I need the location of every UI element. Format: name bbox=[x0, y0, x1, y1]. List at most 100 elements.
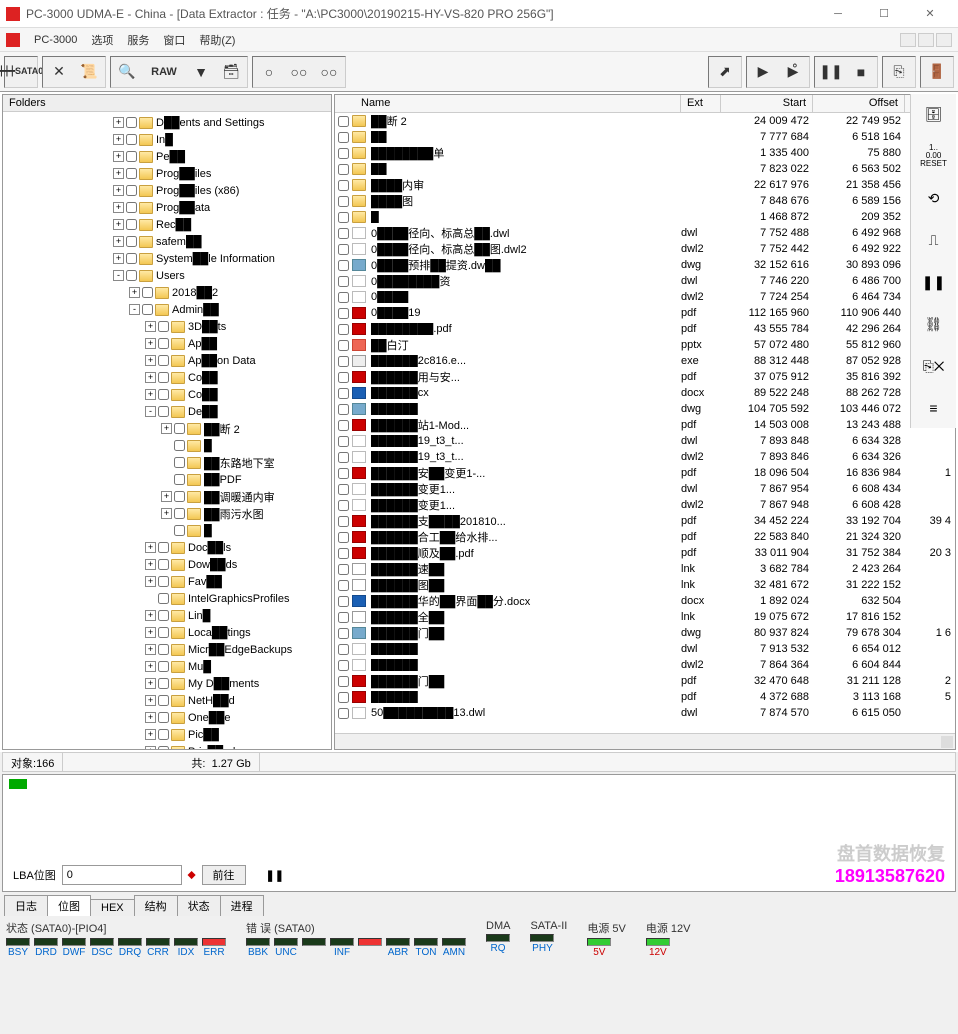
tree-item[interactable]: +██雨污水图 bbox=[5, 505, 329, 522]
tree-item[interactable]: +Pic██ bbox=[5, 726, 329, 743]
file-row[interactable]: ██████变更1...dwl27 867 9486 608 428 bbox=[335, 497, 955, 513]
minimize-button[interactable]: ─ bbox=[816, 1, 860, 27]
menu-services[interactable]: 服务 bbox=[127, 32, 149, 48]
file-checkbox[interactable] bbox=[338, 308, 349, 319]
file-checkbox[interactable] bbox=[338, 324, 349, 335]
expander-icon[interactable]: + bbox=[145, 695, 156, 706]
file-row[interactable]: ██████dwl7 913 5326 654 012 bbox=[335, 641, 955, 657]
expander-icon[interactable]: + bbox=[145, 372, 156, 383]
tree-checkbox[interactable] bbox=[158, 406, 169, 417]
file-row[interactable]: ██白汀pptx57 072 48055 812 9601 bbox=[335, 337, 955, 353]
file-row[interactable]: ██████19_t3_t...dwl7 893 8486 634 328 bbox=[335, 433, 955, 449]
file-row[interactable]: ██████19_t3_t...dwl27 893 8466 634 326 bbox=[335, 449, 955, 465]
filter-icon[interactable]: ▼ bbox=[187, 59, 215, 85]
tree-checkbox[interactable] bbox=[158, 627, 169, 638]
tree-checkbox[interactable] bbox=[126, 202, 137, 213]
tree-checkbox[interactable] bbox=[174, 491, 185, 502]
file-checkbox[interactable] bbox=[338, 628, 349, 639]
tree-item[interactable]: +Lin█ bbox=[5, 607, 329, 624]
file-checkbox[interactable] bbox=[338, 644, 349, 655]
tab-3[interactable]: 结构 bbox=[134, 895, 178, 916]
tree-checkbox[interactable] bbox=[158, 559, 169, 570]
file-checkbox[interactable] bbox=[338, 116, 349, 127]
expander-icon[interactable]: + bbox=[161, 508, 172, 519]
horizontal-scrollbar[interactable] bbox=[335, 733, 955, 749]
file-row[interactable]: ██7 777 6846 518 164 bbox=[335, 129, 955, 145]
file-row[interactable]: ██████速██lnk3 682 7842 423 264 bbox=[335, 561, 955, 577]
expander-icon[interactable]: + bbox=[113, 134, 124, 145]
expander-icon[interactable]: + bbox=[161, 491, 172, 502]
stop-icon[interactable]: ■ bbox=[847, 59, 875, 85]
file-checkbox[interactable] bbox=[338, 196, 349, 207]
expander-icon[interactable] bbox=[145, 593, 156, 604]
mdi-minimize[interactable] bbox=[900, 33, 916, 47]
tree-item[interactable]: +Rec██ bbox=[5, 216, 329, 233]
sata0-button[interactable]: ┿┿┿SATA0 bbox=[7, 59, 35, 85]
file-row[interactable]: 0████径向、标高总██.dwldwl7 752 4886 492 968 bbox=[335, 225, 955, 241]
col-offset[interactable]: Offset bbox=[813, 95, 905, 112]
files-list[interactable]: ██断 224 009 47222 749 952██7 777 6846 51… bbox=[335, 113, 955, 733]
file-checkbox[interactable] bbox=[338, 580, 349, 591]
tree-checkbox[interactable] bbox=[158, 321, 169, 332]
expander-icon[interactable]: + bbox=[145, 576, 156, 587]
batch-icon[interactable]: ⎘✕ bbox=[920, 352, 948, 380]
tree-checkbox[interactable] bbox=[126, 168, 137, 179]
oscilloscope-icon[interactable]: ⎍ bbox=[920, 226, 948, 254]
tree-checkbox[interactable] bbox=[126, 117, 137, 128]
tree-item[interactable]: █ bbox=[5, 437, 329, 454]
tree-item[interactable]: +██断 2 bbox=[5, 420, 329, 437]
tree-checkbox[interactable] bbox=[158, 338, 169, 349]
goto-button[interactable]: 前往 bbox=[202, 865, 246, 885]
tree-item[interactable]: +Co██ bbox=[5, 369, 329, 386]
lba-input[interactable] bbox=[62, 865, 182, 885]
expander-icon[interactable]: + bbox=[145, 559, 156, 570]
file-checkbox[interactable] bbox=[338, 260, 349, 271]
file-checkbox[interactable] bbox=[338, 228, 349, 239]
file-checkbox[interactable] bbox=[338, 484, 349, 495]
expander-icon[interactable]: + bbox=[113, 151, 124, 162]
expander-icon[interactable]: + bbox=[113, 117, 124, 128]
tree-item[interactable]: +Ap██on Data bbox=[5, 352, 329, 369]
expander-icon[interactable]: + bbox=[161, 423, 172, 434]
file-row[interactable]: ██████cxdocx89 522 24888 262 72816 6 bbox=[335, 385, 955, 401]
tree-checkbox[interactable] bbox=[126, 219, 137, 230]
tree-item[interactable]: +Micr██EdgeBackups bbox=[5, 641, 329, 658]
settings-icon[interactable]: ≡ bbox=[920, 394, 948, 422]
file-row[interactable]: ████████.pdfpdf43 555 78442 296 2642 8 bbox=[335, 321, 955, 337]
expander-icon[interactable]: + bbox=[145, 542, 156, 553]
tree-checkbox[interactable] bbox=[174, 525, 185, 536]
tree-checkbox[interactable] bbox=[174, 508, 185, 519]
file-checkbox[interactable] bbox=[338, 660, 349, 671]
exit-icon[interactable]: 🚪 bbox=[923, 59, 951, 85]
power-cycle-icon[interactable]: ⟲ bbox=[920, 184, 948, 212]
file-row[interactable]: ██████门██pdf32 470 64831 211 1282 bbox=[335, 673, 955, 689]
expander-icon[interactable]: + bbox=[145, 627, 156, 638]
file-checkbox[interactable] bbox=[338, 692, 349, 703]
tree-checkbox[interactable] bbox=[158, 576, 169, 587]
expander-icon[interactable]: + bbox=[145, 712, 156, 723]
expander-icon[interactable]: + bbox=[113, 168, 124, 179]
expander-icon[interactable]: + bbox=[113, 202, 124, 213]
tree-checkbox[interactable] bbox=[126, 270, 137, 281]
file-row[interactable]: ██7 823 0226 563 502 bbox=[335, 161, 955, 177]
tree-checkbox[interactable] bbox=[126, 185, 137, 196]
file-row[interactable]: ██████顺及██.pdfpdf33 011 90431 752 38420 … bbox=[335, 545, 955, 561]
file-row[interactable]: ████内审22 617 97621 358 456 bbox=[335, 177, 955, 193]
file-row[interactable]: █1 468 872209 352 bbox=[335, 209, 955, 225]
tree-item[interactable]: +Mu█ bbox=[5, 658, 329, 675]
file-row[interactable]: ██████图██lnk32 481 67231 222 152 bbox=[335, 577, 955, 593]
file-row[interactable]: ██████dwg104 705 592103 446 0724 bbox=[335, 401, 955, 417]
expander-icon[interactable] bbox=[161, 440, 172, 451]
file-row[interactable]: 0████预排██提资.dw██dwg32 152 61630 893 0962… bbox=[335, 257, 955, 273]
maximize-button[interactable]: ☐ bbox=[862, 1, 906, 27]
tab-5[interactable]: 进程 bbox=[220, 895, 264, 916]
expander-icon[interactable]: + bbox=[145, 644, 156, 655]
tree-checkbox[interactable] bbox=[174, 474, 185, 485]
tree-item[interactable]: █ bbox=[5, 522, 329, 539]
chain-icon[interactable]: ⛓ bbox=[920, 310, 948, 338]
tree-checkbox[interactable] bbox=[142, 304, 153, 315]
file-checkbox[interactable] bbox=[338, 612, 349, 623]
expander-icon[interactable]: + bbox=[145, 355, 156, 366]
file-checkbox[interactable] bbox=[338, 148, 349, 159]
col-name[interactable]: Name bbox=[335, 95, 681, 112]
